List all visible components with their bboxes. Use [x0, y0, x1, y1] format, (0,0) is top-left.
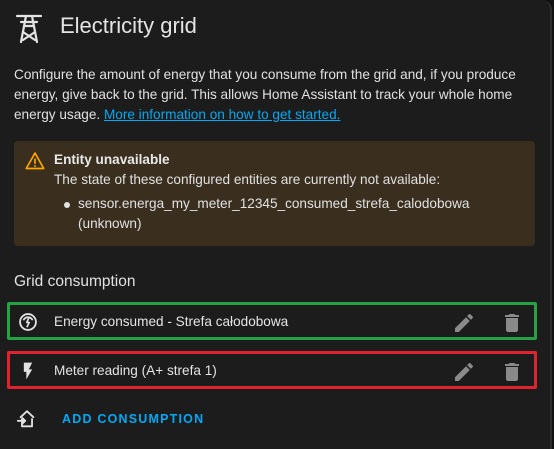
meter-icon	[19, 313, 37, 331]
grid-consumption-title: Grid consumption	[14, 273, 136, 290]
delete-trash-icon[interactable]	[500, 360, 524, 384]
home-import-icon	[16, 410, 35, 428]
alert-text: The state of these configured entities a…	[54, 172, 441, 187]
consumption-row-meter-reading[interactable]: Meter reading (A+ strefa 1)	[7, 351, 537, 389]
unavailable-entity-item: sensor.energa_my_meter_12345_consumed_st…	[78, 196, 470, 231]
electricity-grid-card: Electricity grid Configure the amount of…	[0, 0, 552, 449]
consumption-row-energy-consumed[interactable]: Energy consumed - Strefa całodobowa	[7, 302, 537, 340]
card-header: Electricity grid	[0, 0, 550, 56]
entity-unavailable-alert: Entity unavailable The state of these co…	[14, 141, 535, 246]
alert-title: Entity unavailable	[54, 152, 170, 167]
delete-trash-icon[interactable]	[500, 311, 524, 335]
lightning-bolt-icon	[23, 362, 33, 380]
add-consumption-row: ADD CONSUMPTION	[14, 404, 314, 434]
add-consumption-button[interactable]: ADD CONSUMPTION	[62, 412, 204, 426]
consumption-row-label: Meter reading (A+ strefa 1)	[54, 363, 217, 378]
list-bullet	[64, 202, 70, 208]
consumption-row-label: Energy consumed - Strefa całodobowa	[54, 314, 289, 329]
card-title: Electricity grid	[60, 13, 197, 38]
warning-icon	[25, 152, 45, 170]
edit-pencil-icon[interactable]	[452, 311, 476, 335]
more-info-link[interactable]: More information on how to get started.	[104, 107, 341, 122]
card-description: Configure the amount of energy that you …	[14, 65, 536, 125]
edit-pencil-icon[interactable]	[452, 360, 476, 384]
transmission-tower-icon	[15, 14, 43, 44]
